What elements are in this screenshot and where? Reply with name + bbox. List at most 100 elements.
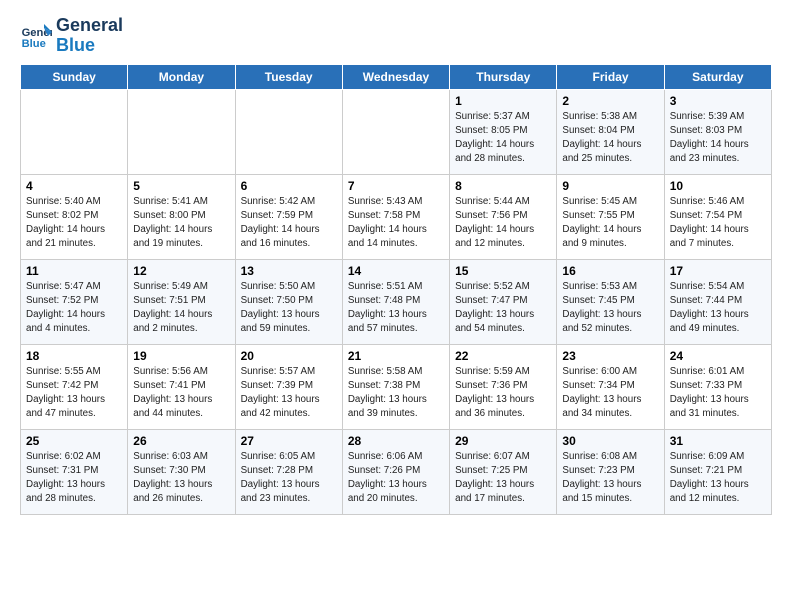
calendar-table: SundayMondayTuesdayWednesdayThursdayFrid…	[20, 64, 772, 515]
day-info: Sunrise: 5:41 AM Sunset: 8:00 PM Dayligh…	[133, 195, 229, 252]
day-info: Sunrise: 5:58 AM Sunset: 7:38 PM Dayligh…	[348, 365, 444, 422]
day-number: 20	[241, 349, 337, 363]
day-number: 14	[348, 264, 444, 278]
day-info: Sunrise: 5:37 AM Sunset: 8:05 PM Dayligh…	[455, 110, 551, 167]
day-number: 29	[455, 434, 551, 448]
calendar-cell: 7 Sunrise: 5:43 AM Sunset: 7:58 PM Daylig…	[342, 174, 449, 259]
day-info: Sunrise: 5:49 AM Sunset: 7:51 PM Dayligh…	[133, 280, 229, 337]
day-number: 7	[348, 179, 444, 193]
calendar-cell: 12 Sunrise: 5:49 AM Sunset: 7:51 PM Dayli…	[128, 259, 235, 344]
day-number: 15	[455, 264, 551, 278]
logo-general-text: General	[56, 16, 123, 36]
day-info: Sunrise: 6:02 AM Sunset: 7:31 PM Dayligh…	[26, 450, 122, 507]
day-number: 16	[562, 264, 658, 278]
calendar-cell: 3 Sunrise: 5:39 AM Sunset: 8:03 PM Daylig…	[664, 89, 771, 174]
calendar-cell: 19 Sunrise: 5:56 AM Sunset: 7:41 PM Dayli…	[128, 344, 235, 429]
calendar-cell: 13Sunrise: 5:50 AM Sunset: 7:50 PM Dayli…	[235, 259, 342, 344]
calendar-cell: 11Sunrise: 5:47 AM Sunset: 7:52 PM Dayli…	[21, 259, 128, 344]
calendar-cell: 26 Sunrise: 6:03 AM Sunset: 7:30 PM Dayli…	[128, 429, 235, 514]
day-number: 19	[133, 349, 229, 363]
day-info: Sunrise: 5:50 AM Sunset: 7:50 PM Dayligh…	[241, 280, 337, 337]
col-header-thursday: Thursday	[450, 64, 557, 89]
day-info: Sunrise: 5:52 AM Sunset: 7:47 PM Dayligh…	[455, 280, 551, 337]
day-info: Sunrise: 5:38 AM Sunset: 8:04 PM Dayligh…	[562, 110, 658, 167]
col-header-sunday: Sunday	[21, 64, 128, 89]
calendar-cell: 22 Sunrise: 5:59 AM Sunset: 7:36 PM Dayli…	[450, 344, 557, 429]
day-number: 3	[670, 94, 766, 108]
day-info: Sunrise: 6:01 AM Sunset: 7:33 PM Dayligh…	[670, 365, 766, 422]
calendar-week-row: 4Sunrise: 5:40 AM Sunset: 8:02 PM Daylig…	[21, 174, 772, 259]
calendar-cell: 31Sunrise: 6:09 AM Sunset: 7:21 PM Dayli…	[664, 429, 771, 514]
day-number: 6	[241, 179, 337, 193]
logo: General Blue General Blue	[20, 16, 123, 56]
calendar-cell: 4Sunrise: 5:40 AM Sunset: 8:02 PM Daylig…	[21, 174, 128, 259]
day-info: Sunrise: 6:08 AM Sunset: 7:23 PM Dayligh…	[562, 450, 658, 507]
calendar-cell: 5 Sunrise: 5:41 AM Sunset: 8:00 PM Daylig…	[128, 174, 235, 259]
calendar-cell	[128, 89, 235, 174]
svg-text:Blue: Blue	[22, 38, 46, 50]
day-info: Sunrise: 5:56 AM Sunset: 7:41 PM Dayligh…	[133, 365, 229, 422]
calendar-cell	[342, 89, 449, 174]
calendar-cell: 8Sunrise: 5:44 AM Sunset: 7:56 PM Daylig…	[450, 174, 557, 259]
day-number: 30	[562, 434, 658, 448]
calendar-cell: 14 Sunrise: 5:51 AM Sunset: 7:48 PM Dayli…	[342, 259, 449, 344]
calendar-week-row: 11Sunrise: 5:47 AM Sunset: 7:52 PM Dayli…	[21, 259, 772, 344]
calendar-cell: 20 Sunrise: 5:57 AM Sunset: 7:39 PM Dayli…	[235, 344, 342, 429]
logo-icon: General Blue	[20, 20, 52, 52]
col-header-monday: Monday	[128, 64, 235, 89]
day-number: 18	[26, 349, 122, 363]
day-number: 2	[562, 94, 658, 108]
calendar-cell: 25 Sunrise: 6:02 AM Sunset: 7:31 PM Dayli…	[21, 429, 128, 514]
calendar-cell: 18Sunrise: 5:55 AM Sunset: 7:42 PM Dayli…	[21, 344, 128, 429]
calendar-week-row: 1 Sunrise: 5:37 AM Sunset: 8:05 PM Daylig…	[21, 89, 772, 174]
calendar-cell: 16Sunrise: 5:53 AM Sunset: 7:45 PM Dayli…	[557, 259, 664, 344]
day-info: Sunrise: 6:00 AM Sunset: 7:34 PM Dayligh…	[562, 365, 658, 422]
col-header-friday: Friday	[557, 64, 664, 89]
calendar-cell: 17 Sunrise: 5:54 AM Sunset: 7:44 PM Dayli…	[664, 259, 771, 344]
day-info: Sunrise: 5:54 AM Sunset: 7:44 PM Dayligh…	[670, 280, 766, 337]
logo-blue-text: Blue	[56, 36, 123, 56]
col-header-saturday: Saturday	[664, 64, 771, 89]
calendar-cell: 24 Sunrise: 6:01 AM Sunset: 7:33 PM Dayli…	[664, 344, 771, 429]
day-info: Sunrise: 6:05 AM Sunset: 7:28 PM Dayligh…	[241, 450, 337, 507]
calendar-week-row: 25 Sunrise: 6:02 AM Sunset: 7:31 PM Dayli…	[21, 429, 772, 514]
day-number: 27	[241, 434, 337, 448]
day-number: 17	[670, 264, 766, 278]
calendar-cell: 23 Sunrise: 6:00 AM Sunset: 7:34 PM Dayli…	[557, 344, 664, 429]
day-info: Sunrise: 5:57 AM Sunset: 7:39 PM Dayligh…	[241, 365, 337, 422]
day-number: 25	[26, 434, 122, 448]
day-number: 22	[455, 349, 551, 363]
day-number: 9	[562, 179, 658, 193]
col-header-wednesday: Wednesday	[342, 64, 449, 89]
day-number: 10	[670, 179, 766, 193]
day-number: 11	[26, 264, 122, 278]
day-number: 23	[562, 349, 658, 363]
calendar-cell: 21 Sunrise: 5:58 AM Sunset: 7:38 PM Dayli…	[342, 344, 449, 429]
calendar-cell: 10 Sunrise: 5:46 AM Sunset: 7:54 PM Dayli…	[664, 174, 771, 259]
day-number: 8	[455, 179, 551, 193]
day-info: Sunrise: 5:59 AM Sunset: 7:36 PM Dayligh…	[455, 365, 551, 422]
day-info: Sunrise: 5:46 AM Sunset: 7:54 PM Dayligh…	[670, 195, 766, 252]
calendar-week-row: 18Sunrise: 5:55 AM Sunset: 7:42 PM Dayli…	[21, 344, 772, 429]
day-info: Sunrise: 5:39 AM Sunset: 8:03 PM Dayligh…	[670, 110, 766, 167]
day-number: 1	[455, 94, 551, 108]
calendar-cell: 27 Sunrise: 6:05 AM Sunset: 7:28 PM Dayli…	[235, 429, 342, 514]
day-number: 21	[348, 349, 444, 363]
day-info: Sunrise: 5:51 AM Sunset: 7:48 PM Dayligh…	[348, 280, 444, 337]
day-info: Sunrise: 6:03 AM Sunset: 7:30 PM Dayligh…	[133, 450, 229, 507]
day-info: Sunrise: 5:43 AM Sunset: 7:58 PM Dayligh…	[348, 195, 444, 252]
day-number: 5	[133, 179, 229, 193]
day-info: Sunrise: 5:40 AM Sunset: 8:02 PM Dayligh…	[26, 195, 122, 252]
day-number: 24	[670, 349, 766, 363]
calendar-cell: 6 Sunrise: 5:42 AM Sunset: 7:59 PM Daylig…	[235, 174, 342, 259]
calendar-cell: 15 Sunrise: 5:52 AM Sunset: 7:47 PM Dayli…	[450, 259, 557, 344]
calendar-cell: 1 Sunrise: 5:37 AM Sunset: 8:05 PM Daylig…	[450, 89, 557, 174]
day-info: Sunrise: 5:42 AM Sunset: 7:59 PM Dayligh…	[241, 195, 337, 252]
calendar-cell: 29 Sunrise: 6:07 AM Sunset: 7:25 PM Dayli…	[450, 429, 557, 514]
day-info: Sunrise: 6:07 AM Sunset: 7:25 PM Dayligh…	[455, 450, 551, 507]
calendar-header-row: SundayMondayTuesdayWednesdayThursdayFrid…	[21, 64, 772, 89]
day-number: 26	[133, 434, 229, 448]
day-number: 12	[133, 264, 229, 278]
day-number: 28	[348, 434, 444, 448]
day-info: Sunrise: 6:09 AM Sunset: 7:21 PM Dayligh…	[670, 450, 766, 507]
